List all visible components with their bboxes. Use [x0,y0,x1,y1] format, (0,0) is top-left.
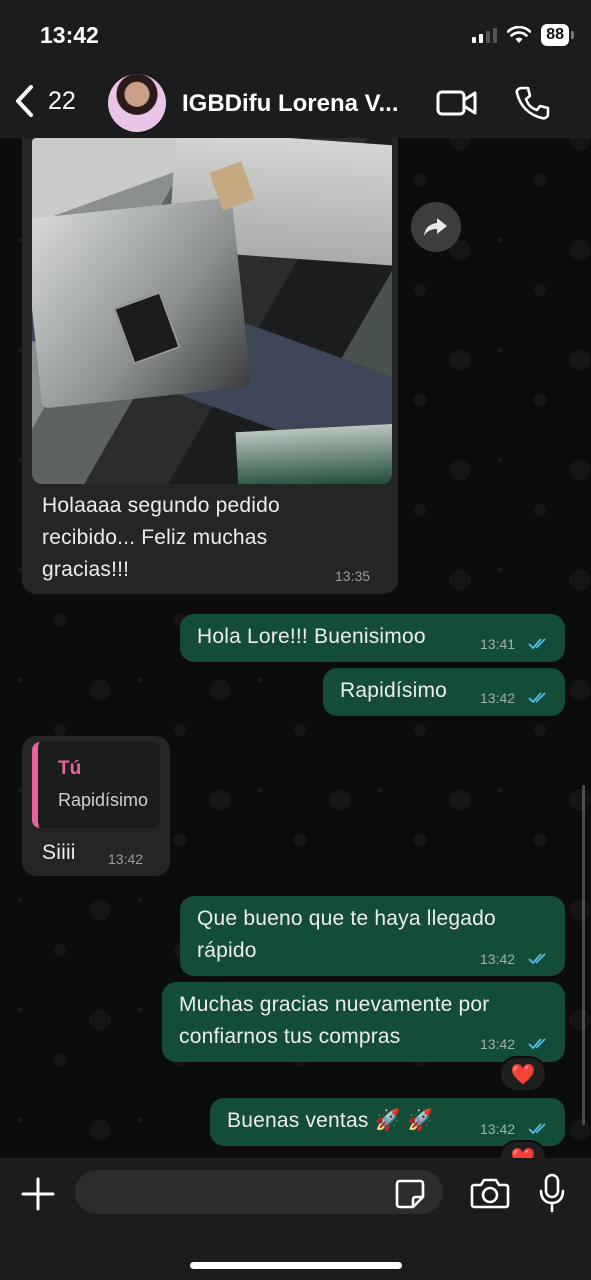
contact-name[interactable]: IGBDifu Lorena V... [182,90,398,118]
message-text: Hola Lore!!! Buenisimoo [197,625,426,648]
sticker-button[interactable] [394,1178,426,1215]
message-text-line: recibido... Feliz muchas [42,526,268,549]
message-time: 13:42 [480,690,516,706]
message-text: Que bueno que te haya llegado rápido [197,903,496,967]
nav-row: 22 IGBDifu Lorena V... [0,72,591,134]
microphone-button[interactable] [538,1173,566,1218]
plus-icon [21,1177,55,1211]
signal-icon [472,27,498,43]
video-call-button[interactable] [436,88,478,123]
camera-button[interactable] [470,1176,510,1215]
forward-button[interactable] [411,202,461,252]
quote-text: Rapidísimo [58,790,149,810]
status-time: 13:42 [40,22,99,48]
read-ticks-icon [528,1038,546,1050]
message-time: 13:42 [108,851,144,867]
message-time: 13:42 [480,1121,516,1137]
reaction-badge[interactable]: ❤️ [499,1056,547,1092]
voice-call-button[interactable] [514,85,550,126]
message-text: Siiii [42,841,76,864]
home-indicator[interactable] [190,1262,402,1269]
forward-icon [424,218,447,236]
message-text: Rapidísimo [340,679,448,702]
microphone-icon [539,1173,565,1213]
camera-icon [470,1178,510,1209]
message-text-line: confiarnos tus compras [179,1025,401,1048]
scrollbar[interactable] [582,785,585,1125]
chat-header: 13:42 88 22 IGBDifu Lorena V... [0,0,591,138]
message-time: 13:42 [480,1036,516,1052]
message-time: 13:35 [335,568,371,584]
message-time: 13:41 [480,636,516,652]
message-time: 13:42 [480,951,516,967]
wifi-icon [507,26,532,43]
message-text: Buenas ventas 🚀 🚀 [227,1109,434,1132]
read-ticks-icon [528,692,546,704]
battery-level: 88 [541,24,574,46]
message-text: Muchas gracias nuevamente por confiarnos… [179,989,489,1053]
message-text: Holaaaa segundo pedido recibido... Feliz… [42,490,382,586]
video-camera-icon [436,90,477,116]
phone-icon [515,86,550,120]
read-ticks-icon [528,638,546,650]
unread-count: 22 [48,86,76,115]
composer-bar [0,1158,591,1280]
contact-avatar[interactable] [108,74,166,132]
read-ticks-icon [528,953,546,965]
read-ticks-icon [528,1123,546,1135]
message-text-line: Muchas gracias nuevamente por [179,993,490,1016]
message-input[interactable] [75,1170,443,1214]
message-text-line: gracias!!! [42,558,130,581]
back-button[interactable]: 22 [14,84,76,118]
message-text-line: Que bueno que te haya llegado [197,907,496,930]
message-photo[interactable] [32,138,392,484]
chevron-left-icon [16,85,33,117]
quoted-message[interactable]: Tú Rapidísimo [32,742,160,828]
status-icons: 88 [472,24,574,46]
attach-button[interactable] [20,1176,56,1217]
message-text-line: Holaaaa segundo pedido [42,494,280,517]
message-text-line: rápido [197,939,257,962]
quote-author: Tú [58,758,82,779]
sticker-icon [395,1179,425,1209]
